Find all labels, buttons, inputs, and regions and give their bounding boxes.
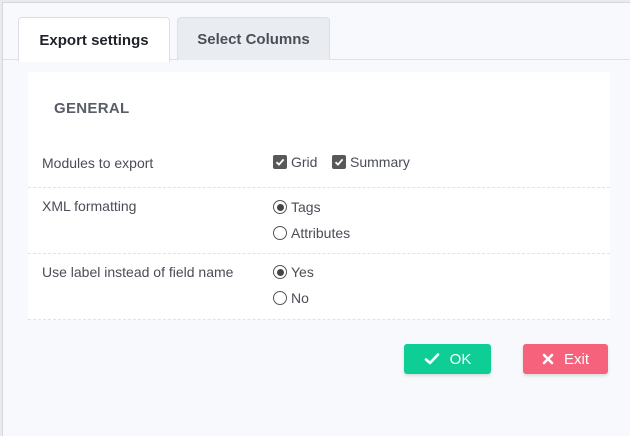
ok-label: OK bbox=[449, 350, 472, 368]
grid-label: Grid bbox=[291, 154, 318, 170]
yes-label: Yes bbox=[291, 264, 314, 280]
summary-label: Summary bbox=[350, 154, 410, 170]
exit-button[interactable]: Exit bbox=[523, 344, 608, 374]
checkmark-icon bbox=[424, 353, 439, 365]
section-title: GENERAL bbox=[54, 100, 130, 117]
radio-selected-icon bbox=[273, 200, 287, 214]
x-icon bbox=[542, 353, 554, 365]
summary-checkbox[interactable]: Summary bbox=[332, 154, 410, 170]
modules-label: Modules to export bbox=[42, 155, 154, 171]
tags-radio[interactable]: Tags bbox=[273, 199, 321, 215]
general-panel: GENERAL Modules to export Grid Summary X… bbox=[28, 72, 610, 320]
no-radio[interactable]: No bbox=[273, 290, 309, 306]
row-modules-to-export: Modules to export Grid Summary bbox=[28, 142, 610, 188]
exit-label: Exit bbox=[563, 350, 589, 368]
radio-empty-icon bbox=[273, 226, 287, 240]
attributes-label: Attributes bbox=[291, 225, 351, 241]
checkbox-checked-icon bbox=[332, 155, 346, 169]
ok-button[interactable]: OK bbox=[404, 344, 491, 374]
tab-strip: Export settings Select Columns bbox=[3, 3, 630, 62]
row-use-label: Use label instead of field name Yes No bbox=[28, 254, 610, 320]
checkbox-checked-icon bbox=[273, 155, 287, 169]
yes-radio[interactable]: Yes bbox=[273, 264, 314, 280]
tags-label: Tags bbox=[291, 199, 321, 215]
radio-empty-icon bbox=[273, 291, 287, 305]
radio-selected-icon bbox=[273, 265, 287, 279]
row-xml-formatting: XML formatting Tags Attributes bbox=[28, 188, 610, 254]
uselabel-label: Use label instead of field name bbox=[42, 264, 234, 280]
tab-export-settings[interactable]: Export settings bbox=[18, 17, 170, 62]
grid-checkbox[interactable]: Grid bbox=[273, 154, 317, 170]
tab-select-columns[interactable]: Select Columns bbox=[177, 17, 330, 60]
xml-label: XML formatting bbox=[42, 198, 137, 214]
no-label: No bbox=[291, 290, 309, 306]
attributes-radio[interactable]: Attributes bbox=[273, 225, 350, 241]
